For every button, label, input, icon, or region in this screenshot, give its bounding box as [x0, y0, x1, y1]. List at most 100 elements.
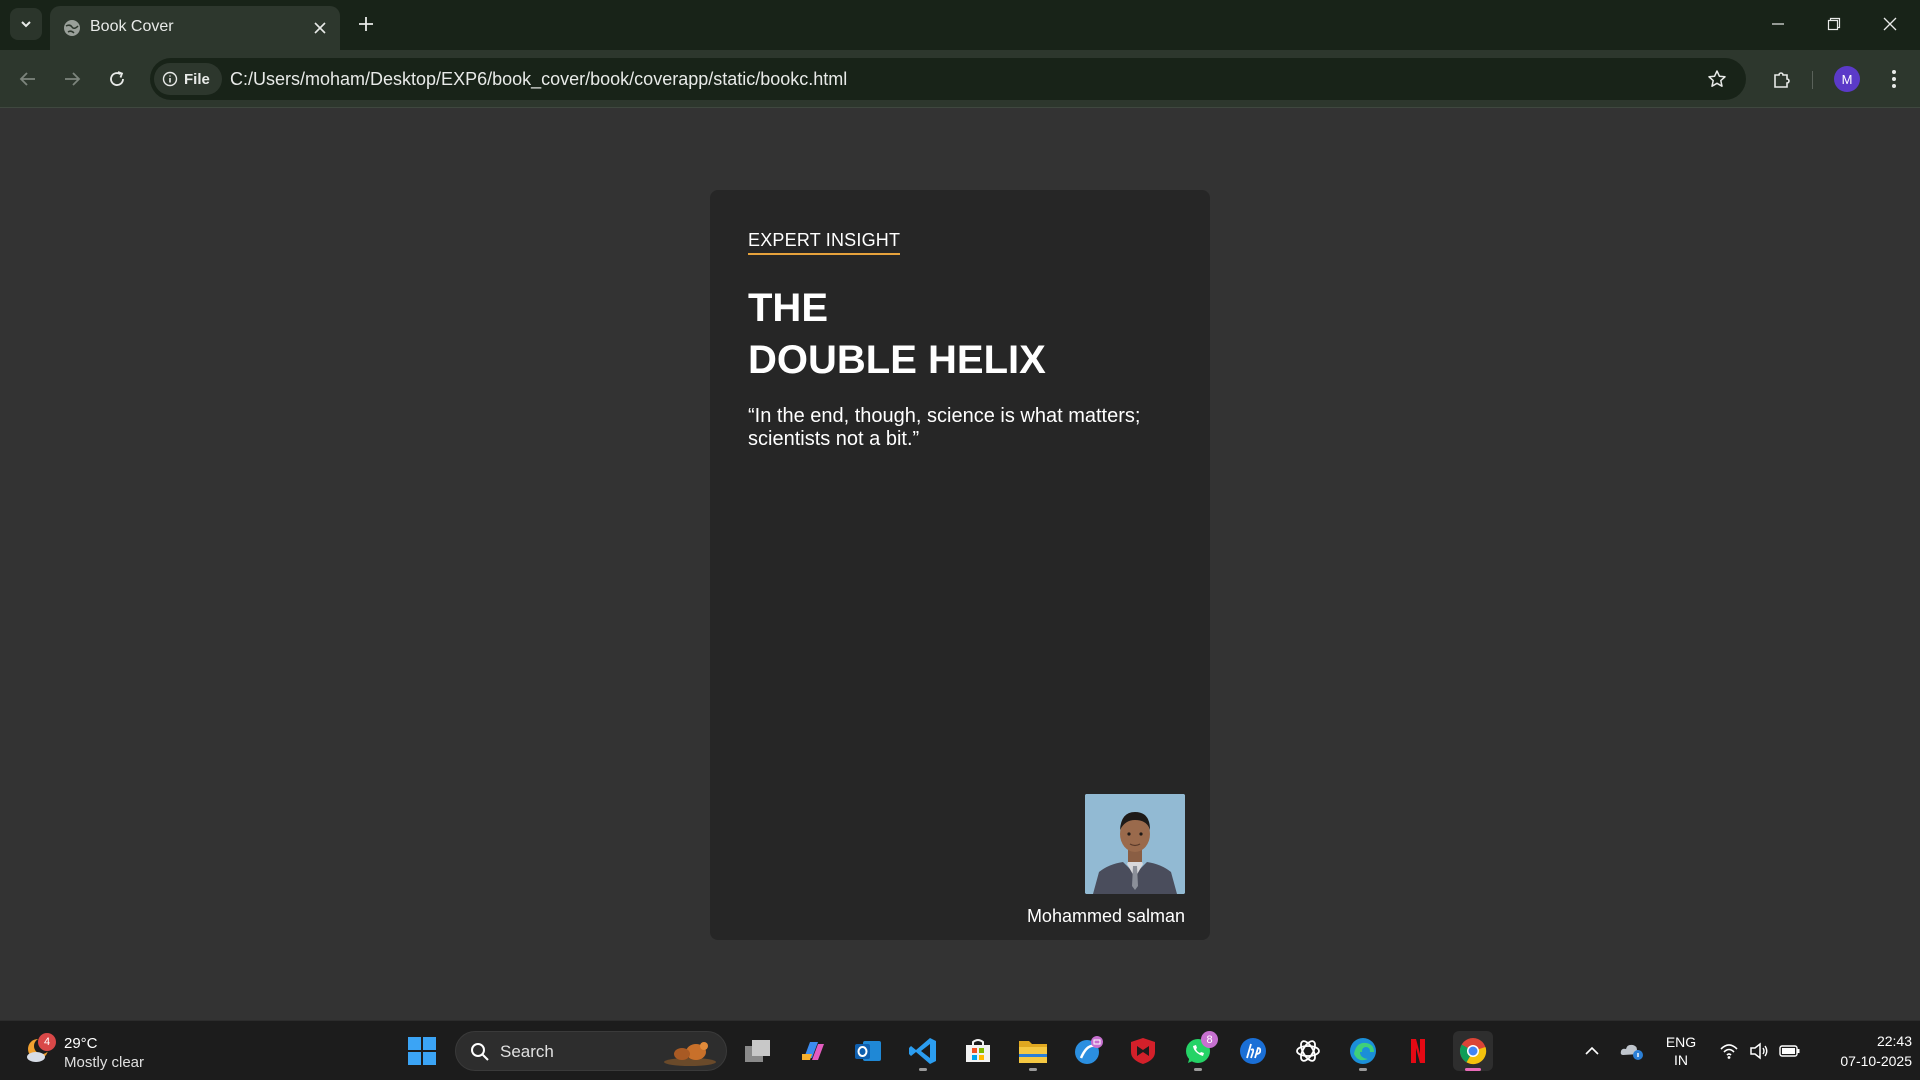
more-vertical-icon: [1892, 70, 1896, 88]
chrome-icon: [1459, 1038, 1487, 1065]
whatsapp-button[interactable]: 8: [1178, 1031, 1218, 1071]
globe-icon: [64, 20, 80, 36]
clock[interactable]: 22:43 07-10-2025: [1812, 1031, 1912, 1071]
running-indicator: [1194, 1068, 1202, 1071]
tab-close-button[interactable]: [308, 16, 332, 40]
taskbar-search[interactable]: Search: [455, 1031, 727, 1071]
site-info-label: File: [184, 70, 210, 88]
weather-condition: Mostly clear: [64, 1054, 145, 1071]
browser-menu-button[interactable]: [1878, 63, 1910, 95]
window-close-button[interactable]: [1870, 6, 1910, 42]
hp-icon: [1240, 1038, 1266, 1064]
edge-icon: [1350, 1038, 1376, 1064]
arrow-right-icon: [65, 72, 81, 86]
tab-title: Book Cover: [90, 18, 174, 35]
language-region: IN: [1674, 1052, 1688, 1068]
active-indicator: [1465, 1068, 1481, 1071]
clock-time: 22:43: [1876, 1033, 1912, 1049]
reload-icon: [110, 71, 124, 86]
copilot-icon: [802, 1042, 824, 1060]
title-line-1: THE: [748, 286, 828, 330]
microsoft-store-icon: [966, 1039, 990, 1062]
netflix-icon: [1411, 1039, 1425, 1063]
restore-button[interactable]: [1814, 6, 1854, 42]
quick-settings-button[interactable]: [1710, 1031, 1810, 1071]
tab-search-button[interactable]: [10, 8, 42, 40]
file-explorer-button[interactable]: [1013, 1031, 1053, 1071]
reload-button[interactable]: [101, 63, 133, 95]
edge-button[interactable]: [1343, 1031, 1383, 1071]
minimize-icon: [1772, 23, 1784, 25]
search-highlight-icon: [664, 1042, 716, 1066]
title-line-2: DOUBLE HELIX: [748, 338, 1046, 382]
start-button[interactable]: [402, 1031, 442, 1071]
outlook-button[interactable]: [848, 1031, 888, 1071]
running-indicator: [1029, 1068, 1037, 1071]
copilot-button[interactable]: [793, 1031, 833, 1071]
windows-logo-icon: [408, 1037, 436, 1065]
toolbar-divider: [1812, 71, 1813, 89]
vscode-icon: [909, 1038, 936, 1064]
tab-book-cover[interactable]: Book Cover: [50, 6, 340, 50]
puzzle-icon: [1774, 72, 1790, 88]
mcafee-icon: [1131, 1038, 1155, 1064]
new-tab-button[interactable]: [352, 10, 380, 38]
outlook-icon: [855, 1041, 881, 1061]
chatgpt-icon: [1296, 1040, 1320, 1062]
profile-avatar[interactable]: M: [1834, 66, 1860, 92]
volume-icon: [1750, 1042, 1768, 1060]
forward-button[interactable]: [56, 63, 88, 95]
minimize-button[interactable]: [1758, 6, 1798, 42]
address-bar[interactable]: File C:/Users/moham/Desktop/EXP6/book_co…: [150, 58, 1746, 100]
weather-badge: 4: [38, 1033, 56, 1051]
chevron-down-icon: [21, 21, 31, 28]
vscode-button[interactable]: [903, 1031, 943, 1071]
netflix-button[interactable]: [1398, 1031, 1438, 1071]
search-icon: [471, 1043, 489, 1061]
weather-temperature: 29°C: [64, 1035, 98, 1052]
clock-date: 07-10-2025: [1840, 1053, 1912, 1069]
weather-widget[interactable]: 4 29°C Mostly clear: [20, 1029, 160, 1073]
plus-icon: [359, 17, 373, 31]
mcafee-button[interactable]: [1123, 1031, 1163, 1071]
book-quote: “In the end, though, science is what mat…: [748, 405, 1141, 450]
running-indicator: [1359, 1068, 1367, 1071]
task-view-button[interactable]: [738, 1031, 778, 1071]
bookmark-button[interactable]: [1704, 66, 1730, 92]
tab-strip: Book Cover: [0, 0, 1920, 50]
book-cover: EXPERT INSIGHT THE DOUBLE HELIX “In the …: [710, 190, 1210, 940]
page-viewport: EXPERT INSIGHT THE DOUBLE HELIX “In the …: [0, 109, 1920, 1020]
author-name: Mohammed salman: [1026, 906, 1185, 926]
feedback-mail-icon: [1075, 1036, 1103, 1064]
arrow-left-icon: [19, 72, 35, 86]
book-title: THE DOUBLE HELIX: [748, 282, 1046, 386]
cloud-sync-icon: [1620, 1044, 1643, 1060]
site-info-chip[interactable]: File: [154, 63, 222, 95]
feedback-button[interactable]: [1068, 1031, 1108, 1071]
close-icon: [314, 22, 326, 34]
back-button[interactable]: [12, 63, 44, 95]
extensions-button[interactable]: [1766, 63, 1798, 95]
chrome-button[interactable]: [1453, 1031, 1493, 1071]
info-icon: [162, 71, 178, 87]
url-text[interactable]: C:/Users/moham/Desktop/EXP6/book_cover/b…: [230, 69, 847, 90]
series-label: EXPERT INSIGHT: [748, 230, 901, 255]
language-indicator[interactable]: ENG IN: [1656, 1033, 1706, 1069]
folder-icon: [1019, 1041, 1047, 1063]
restore-icon: [1827, 17, 1841, 31]
hp-button[interactable]: [1233, 1031, 1273, 1071]
browser-toolbar: File C:/Users/moham/Desktop/EXP6/book_co…: [0, 50, 1920, 108]
whatsapp-badge: 8: [1201, 1031, 1218, 1048]
microsoft-store-button[interactable]: [958, 1031, 998, 1071]
taskbar: 4 29°C Mostly clear Search 8 ENG IN 22:4…: [0, 1020, 1920, 1080]
onedrive-button[interactable]: [1614, 1031, 1650, 1071]
language-code: ENG: [1665, 1034, 1697, 1050]
chatgpt-button[interactable]: [1288, 1031, 1328, 1071]
show-hidden-icons-button[interactable]: [1572, 1031, 1612, 1071]
search-label: Search: [500, 1042, 554, 1061]
wifi-icon: [1720, 1044, 1738, 1059]
close-icon: [1883, 17, 1897, 31]
chevron-up-icon: [1585, 1046, 1599, 1055]
battery-icon: [1779, 1045, 1800, 1057]
author-portrait-image: [1085, 794, 1185, 894]
